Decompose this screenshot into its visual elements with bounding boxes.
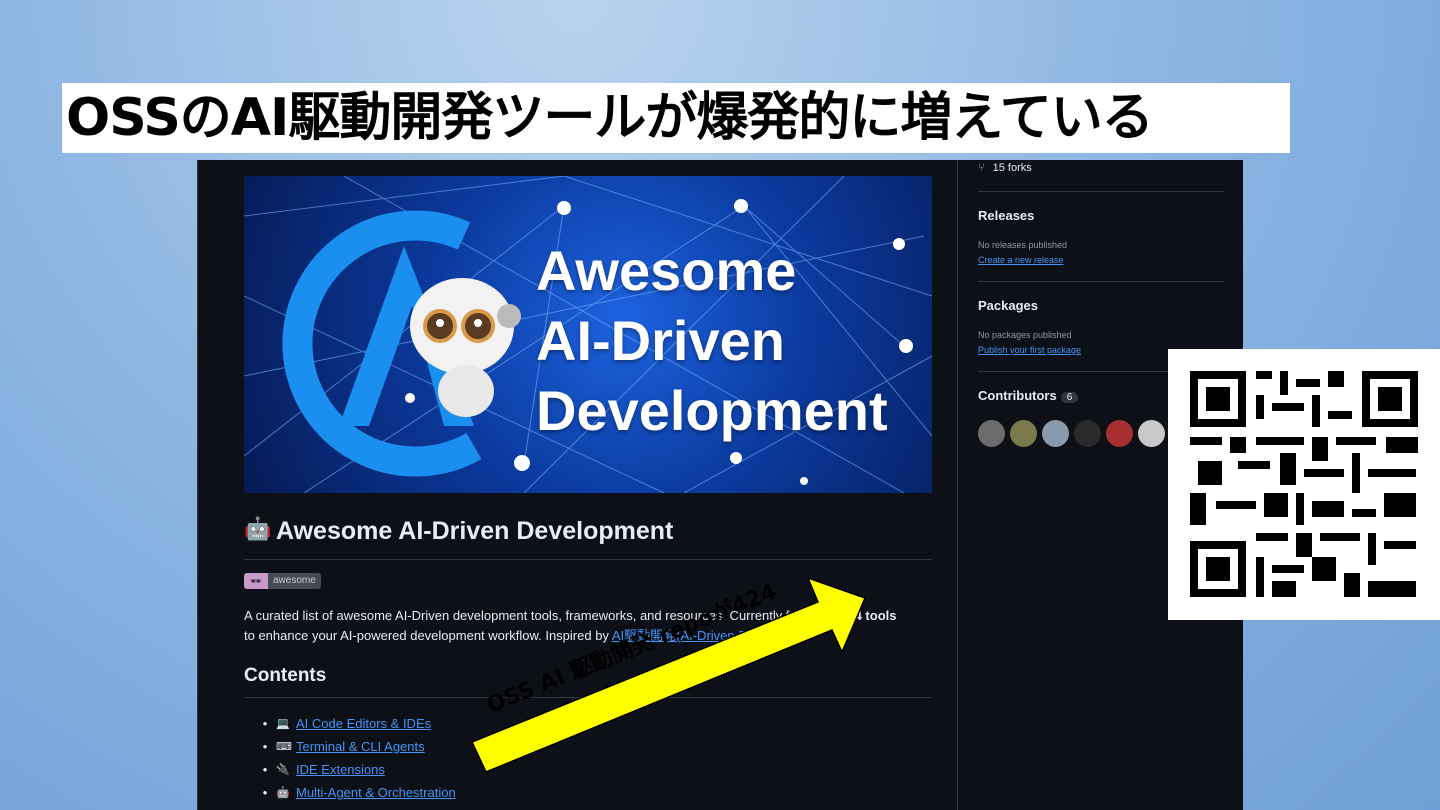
- avatar[interactable]: [1074, 420, 1101, 447]
- banner-title: Awesome AI-Driven Development: [536, 236, 888, 446]
- desc-hidden: eaturing: [789, 608, 837, 623]
- toc-item: • 🔌 IDE Extensions: [262, 762, 385, 777]
- create-release-link[interactable]: Create a new release: [978, 255, 1064, 265]
- robot-icon: 🤖: [244, 516, 272, 541]
- robot-icon: 🤖: [276, 787, 290, 799]
- toc-link-multi-agent[interactable]: Multi-Agent & Orchestration: [296, 785, 456, 800]
- packages-text: No packages published: [978, 330, 1072, 340]
- contributors-label: Contributors: [978, 388, 1057, 403]
- releases-text: No releases published: [978, 240, 1068, 250]
- desc-tool-count: 424 tools: [840, 608, 897, 623]
- toc-link-ide-extensions[interactable]: IDE Extensions: [296, 762, 385, 777]
- avatar[interactable]: [978, 420, 1005, 447]
- toc-item: • 💻 AI Code Editors & IDEs: [262, 716, 432, 731]
- laptop-icon: 💻: [276, 718, 290, 730]
- avatar[interactable]: [1010, 420, 1037, 447]
- avatar[interactable]: [1042, 420, 1069, 447]
- readme-column: Awesome AI-Driven Development 🤖 Awesome …: [197, 160, 958, 810]
- badge-label: awesome: [268, 573, 321, 589]
- contributors-heading[interactable]: Contributors 6: [978, 388, 1079, 403]
- readme-heading-text: Awesome AI-Driven Development: [276, 517, 674, 545]
- toc-link-code-editors[interactable]: AI Code Editors & IDEs: [296, 716, 431, 731]
- packages-heading[interactable]: Packages: [978, 298, 1038, 313]
- readme-heading: 🤖 Awesome AI-Driven Development: [244, 517, 932, 560]
- readme-banner-image: Awesome AI-Driven Development: [244, 176, 932, 493]
- table-of-contents: • 💻 AI Code Editors & IDEs • ⌨ Terminal & CL…: [258, 712, 456, 804]
- banner-line-1: Awesome: [536, 239, 797, 302]
- github-repo-screenshot: Awesome AI-Driven Development 🤖 Awesome …: [197, 160, 1243, 810]
- banner-line-2: AI-Driven: [536, 309, 785, 372]
- publish-package-link[interactable]: Publish your first package: [978, 345, 1081, 355]
- divider: [978, 281, 1224, 282]
- awesome-badge[interactable]: 🕶 awesome: [244, 573, 321, 589]
- forks-stat[interactable]: ⑂ 15 forks: [978, 162, 1032, 174]
- robot-mascot: [410, 278, 521, 417]
- sunglasses-icon: 🕶: [244, 573, 268, 589]
- fork-icon: ⑂: [978, 162, 985, 174]
- keyboard-icon: ⌨: [276, 741, 292, 753]
- qr-code-graphic: [1190, 371, 1418, 597]
- slide-title: OSSのAI駆動開発ツールが爆発的に増えている: [62, 83, 1290, 153]
- banner-line-3: Development: [536, 379, 888, 442]
- qr-code: [1168, 349, 1440, 620]
- avatar[interactable]: [1138, 420, 1165, 447]
- toc-item: • 🤖 Multi-Agent & Orchestration: [262, 785, 456, 800]
- desc-part2: to enhance your AI-powered development w…: [244, 628, 612, 643]
- forks-count: 15 forks: [992, 162, 1032, 174]
- readme-description: A curated list of awesome AI-Driven deve…: [244, 606, 934, 646]
- plug-icon: 🔌: [276, 764, 290, 776]
- toc-link-terminal[interactable]: Terminal & CLI Agents: [296, 739, 425, 754]
- contributors-count: 6: [1060, 392, 1079, 403]
- releases-heading[interactable]: Releases: [978, 208, 1034, 223]
- divider: [978, 191, 1224, 192]
- toc-item: • ⌨ Terminal & CLI Agents: [262, 739, 425, 754]
- avatar[interactable]: [1106, 420, 1133, 447]
- contributors-avatars: [978, 420, 1165, 447]
